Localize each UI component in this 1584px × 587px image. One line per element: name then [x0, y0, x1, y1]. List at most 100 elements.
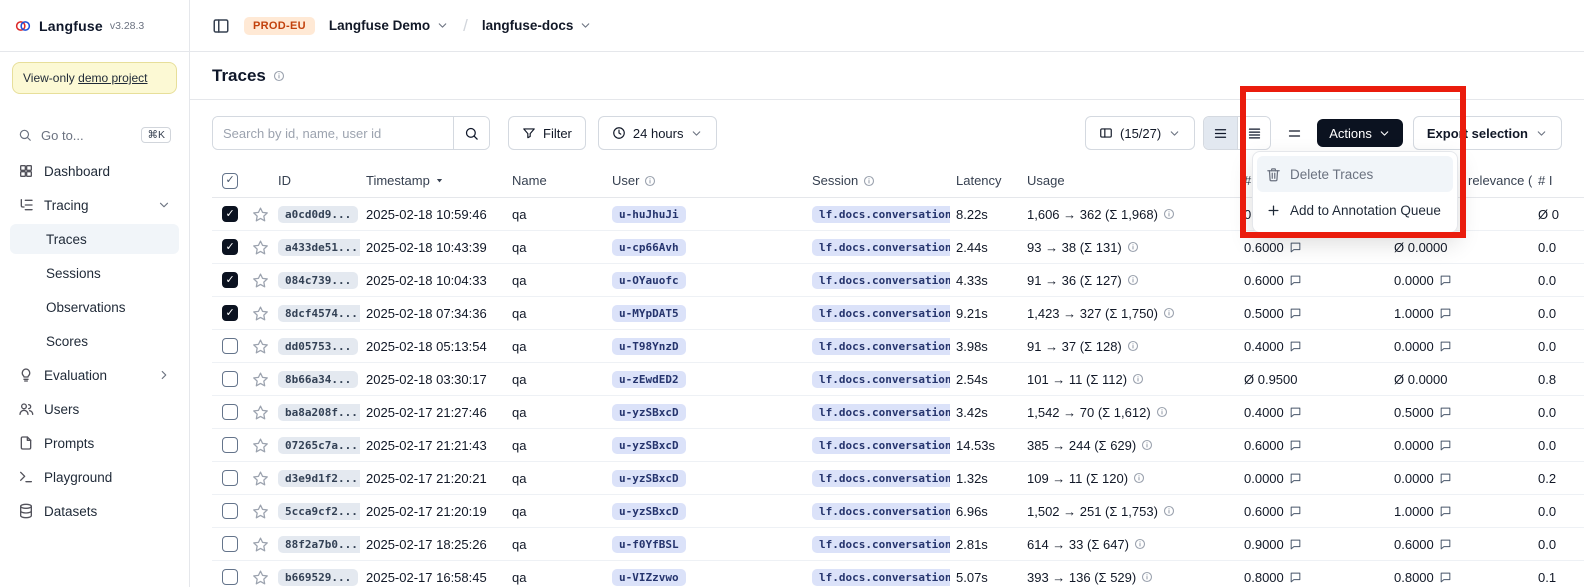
star-icon[interactable] [252, 404, 269, 421]
search-input[interactable] [213, 117, 453, 149]
session-badge[interactable]: lf.docs.conversation... [812, 404, 950, 421]
comment-icon[interactable] [1289, 472, 1302, 485]
session-badge[interactable]: lf.docs.conversation... [812, 371, 950, 388]
row-checkbox[interactable] [222, 272, 238, 288]
select-all-checkbox[interactable] [222, 173, 238, 189]
sidebar-item-prompts[interactable]: Prompts [10, 428, 179, 458]
star-icon[interactable] [252, 239, 269, 256]
star-icon[interactable] [252, 272, 269, 289]
comment-icon[interactable] [1289, 340, 1302, 353]
user-badge[interactable]: u-yzSBxcD [612, 503, 686, 520]
session-badge[interactable]: lf.docs.conversation... [812, 470, 950, 487]
session-badge[interactable]: lf.docs.conversation... [812, 206, 950, 223]
sidebar-item-sessions[interactable]: Sessions [10, 258, 179, 288]
user-badge[interactable]: u-f0YfBSL [612, 536, 686, 553]
trace-id-badge[interactable]: 07265c7a... [278, 437, 360, 454]
sidebar-item-traces[interactable]: Traces [10, 224, 179, 254]
search-button[interactable] [453, 117, 489, 149]
row-height-triple-button[interactable] [1279, 116, 1309, 150]
session-badge[interactable]: lf.docs.conversation... [812, 437, 950, 454]
comment-icon[interactable] [1439, 439, 1452, 452]
comment-icon[interactable] [1439, 472, 1452, 485]
header-latency[interactable]: Latency [950, 173, 1021, 188]
trace-id-badge[interactable]: 5cca9cf2... [278, 503, 360, 520]
row-checkbox[interactable] [222, 470, 238, 486]
row-height-double-button[interactable] [1237, 117, 1270, 149]
header-id[interactable]: ID [272, 173, 360, 188]
comment-icon[interactable] [1439, 307, 1452, 320]
row-checkbox[interactable] [222, 404, 238, 420]
session-badge[interactable]: lf.docs.conversation... [812, 239, 950, 256]
row-checkbox[interactable] [222, 569, 238, 585]
sidebar-toggle-icon[interactable] [212, 17, 230, 35]
session-badge[interactable]: lf.docs.conversation... [812, 272, 950, 289]
menu-item-delete-traces[interactable]: Delete Traces [1257, 156, 1453, 192]
star-icon[interactable] [252, 503, 269, 520]
trace-id-badge[interactable]: 8b66a34... [278, 371, 358, 388]
comment-icon[interactable] [1289, 439, 1302, 452]
trace-id-badge[interactable]: a433de51... [278, 239, 360, 256]
org-selector[interactable]: Langfuse Demo [329, 18, 449, 33]
row-checkbox[interactable] [222, 437, 238, 453]
demo-project-link[interactable]: demo project [78, 71, 147, 85]
header-session[interactable]: Session [806, 173, 950, 188]
trace-id-badge[interactable]: 88f2a7b0... [278, 536, 360, 553]
comment-icon[interactable] [1439, 571, 1452, 584]
comment-icon[interactable] [1439, 505, 1452, 518]
sidebar-item-dashboard[interactable]: Dashboard [10, 156, 179, 186]
comment-icon[interactable] [1289, 307, 1302, 320]
star-icon[interactable] [252, 437, 269, 454]
row-checkbox[interactable] [222, 239, 238, 255]
menu-item-add-to-annotation-queue[interactable]: Add to Annotation Queue [1257, 192, 1453, 228]
row-checkbox[interactable] [222, 338, 238, 354]
header-user[interactable]: User [606, 173, 806, 188]
comment-icon[interactable] [1289, 571, 1302, 584]
row-height-single-button[interactable] [1204, 117, 1237, 149]
user-badge[interactable]: u-huJhuJi [612, 206, 686, 223]
trace-id-badge[interactable]: 084c739... [278, 272, 358, 289]
user-badge[interactable]: u-VIZzvwo [612, 569, 686, 586]
session-badge[interactable]: lf.docs.conversation... [812, 569, 950, 586]
star-icon[interactable] [252, 536, 269, 553]
row-checkbox[interactable] [222, 371, 238, 387]
session-badge[interactable]: lf.docs.conversation... [812, 305, 950, 322]
user-badge[interactable]: u-cp66Avh [612, 239, 686, 256]
comment-icon[interactable] [1289, 505, 1302, 518]
session-badge[interactable]: lf.docs.conversation... [812, 536, 950, 553]
comment-icon[interactable] [1439, 406, 1452, 419]
row-checkbox[interactable] [222, 536, 238, 552]
trace-id-badge[interactable]: a0cd0d9... [278, 206, 358, 223]
sidebar-item-observations[interactable]: Observations [10, 292, 179, 322]
trace-id-badge[interactable]: d3e9d1f2... [278, 470, 360, 487]
columns-button[interactable]: (15/27) [1085, 116, 1195, 150]
sidebar-item-datasets[interactable]: Datasets [10, 496, 179, 526]
session-badge[interactable]: lf.docs.conversation... [812, 503, 950, 520]
export-selection-button[interactable]: Export selection [1413, 116, 1562, 150]
star-icon[interactable] [252, 371, 269, 388]
trace-id-badge[interactable]: b669529... [278, 569, 358, 586]
comment-icon[interactable] [1289, 274, 1302, 287]
user-badge[interactable]: u-yzSBxcD [612, 404, 686, 421]
comment-icon[interactable] [1289, 406, 1302, 419]
go-to-button[interactable]: Go to... ⌘K [10, 120, 179, 150]
user-badge[interactable]: u-MYpDAT5 [612, 305, 686, 322]
user-badge[interactable]: u-yzSBxcD [612, 470, 686, 487]
star-icon[interactable] [252, 569, 269, 586]
header-count[interactable]: # I [1532, 173, 1584, 188]
comment-icon[interactable] [1439, 274, 1452, 287]
header-relevance[interactable]: relevance (... [1462, 173, 1532, 188]
filter-button[interactable]: Filter [508, 116, 586, 150]
user-badge[interactable]: u-T98YnzD [612, 338, 686, 355]
sidebar-item-tracing[interactable]: Tracing [10, 190, 179, 220]
header-timestamp[interactable]: Timestamp [360, 173, 506, 188]
header-usage[interactable]: Usage [1021, 173, 1238, 188]
star-icon[interactable] [252, 305, 269, 322]
comment-icon[interactable] [1289, 538, 1302, 551]
comment-icon[interactable] [1439, 538, 1452, 551]
trace-id-badge[interactable]: 8dcf4574... [278, 305, 360, 322]
row-checkbox[interactable] [222, 305, 238, 321]
user-badge[interactable]: u-yzSBxcD [612, 437, 686, 454]
comment-icon[interactable] [1289, 241, 1302, 254]
project-selector[interactable]: langfuse-docs [482, 18, 593, 33]
user-badge[interactable]: u-OYauofc [612, 272, 686, 289]
